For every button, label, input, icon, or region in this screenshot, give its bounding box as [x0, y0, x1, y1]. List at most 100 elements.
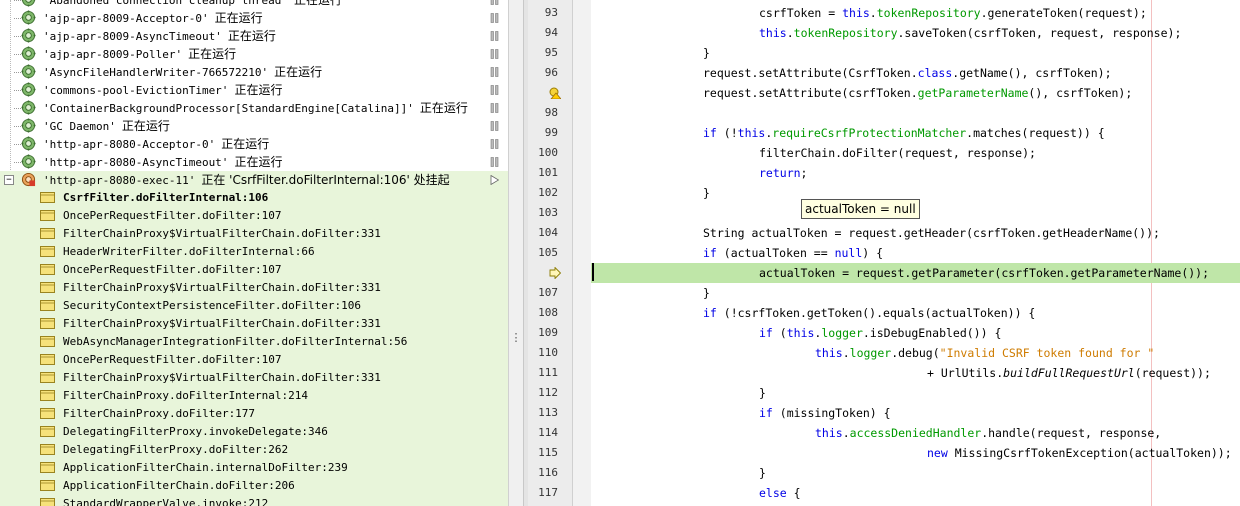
code-line[interactable]: request.setAttribute(CsrfToken.class.get…	[591, 63, 1240, 83]
thread-name: 'Abandoned connection cleanup thread'	[43, 0, 289, 7]
stack-frame-row[interactable]: OncePerRequestFilter.doFilter:107	[0, 351, 508, 369]
thread-state: 正在运行	[214, 11, 263, 25]
code-line[interactable]: return;	[591, 163, 1240, 183]
suspend-thread-icon[interactable]	[490, 31, 499, 41]
thread-running-icon	[21, 46, 36, 61]
code-token: .saveToken(csrfToken, request, response)…	[897, 26, 1182, 40]
stack-frame-icon	[40, 246, 55, 257]
suspend-thread-icon[interactable]	[490, 85, 499, 95]
code-token: .	[786, 26, 794, 40]
line-number: 105	[538, 246, 558, 259]
code-line[interactable]: csrfToken = this.tokenRepository.generat…	[591, 3, 1240, 23]
code-token: .matches(request)) {	[966, 126, 1105, 140]
thread-row[interactable]: 'http-apr-8080-AsyncTimeout' 正在运行	[0, 153, 508, 171]
thread-running-icon	[21, 28, 36, 43]
stack-frame-row[interactable]: ApplicationFilterChain.internalDoFilter:…	[0, 459, 508, 477]
stack-frame-row[interactable]: FilterChainProxy.doFilterInternal:214	[0, 387, 508, 405]
code-line[interactable]: }	[591, 283, 1240, 303]
stack-frame-icon	[40, 372, 55, 383]
thread-label: 'http-apr-8080-Acceptor-0' 正在运行	[43, 135, 269, 154]
code-line[interactable]: request.setAttribute(csrfToken.getParame…	[591, 83, 1240, 103]
thread-row[interactable]: 'AsyncFileHandlerWriter-766572210' 正在运行	[0, 63, 508, 81]
current-execution-line[interactable]: actualToken = request.getParameter(csrfT…	[591, 263, 1240, 283]
collapse-toggle-icon[interactable]: −	[4, 175, 14, 185]
resume-thread-icon[interactable]	[490, 175, 499, 185]
code-token: (request));	[1134, 366, 1211, 380]
code-line[interactable]: this.accessDeniedHandler.handle(request,…	[591, 423, 1240, 443]
code-token: (!csrfToken.getToken().equals(actualToke…	[716, 306, 1036, 320]
stack-frame-row[interactable]: ApplicationFilterChain.doFilter:206	[0, 477, 508, 495]
stack-frame-label: FilterChainProxy.doFilterInternal:214	[63, 389, 309, 402]
stack-frame-row[interactable]: WebAsyncManagerIntegrationFilter.doFilte…	[0, 333, 508, 351]
thread-row[interactable]: 'commons-pool-EvictionTimer' 正在运行	[0, 81, 508, 99]
tree-connector	[14, 126, 21, 127]
code-line[interactable]: if (!this.requireCsrfProtectionMatcher.m…	[591, 123, 1240, 143]
stack-frame-row[interactable]: OncePerRequestFilter.doFilter:107	[0, 261, 508, 279]
thread-label: 'ajp-apr-8009-Poller' 正在运行	[43, 45, 236, 64]
thread-row[interactable]: 'ajp-apr-8009-AsyncTimeout' 正在运行	[0, 27, 508, 45]
code-line[interactable]: filterChain.doFilter(request, response);	[591, 143, 1240, 163]
splitter-grip-icon[interactable]: ⋮	[510, 331, 522, 345]
current-stack-frame[interactable]: CsrfFilter.doFilterInternal:106	[0, 189, 508, 207]
code-line[interactable]: String actualToken = request.getHeader(c…	[591, 223, 1240, 243]
code-token: buildFullRequestUrl	[1003, 366, 1135, 380]
code-line[interactable]: if (!csrfToken.getToken().equals(actualT…	[591, 303, 1240, 323]
suspend-thread-icon[interactable]	[490, 157, 499, 167]
thread-running-icon	[21, 0, 36, 7]
line-number: 100	[538, 146, 558, 159]
suspend-thread-icon[interactable]	[490, 67, 499, 77]
suspend-thread-icon[interactable]	[490, 49, 499, 59]
suspend-thread-icon[interactable]	[490, 103, 499, 113]
stack-frame-row[interactable]: OncePerRequestFilter.doFilter:107	[0, 207, 508, 225]
stack-frame-row[interactable]: FilterChainProxy$VirtualFilterChain.doFi…	[0, 369, 508, 387]
keyword-token: return	[759, 166, 801, 180]
thread-row[interactable]: 'ajp-apr-8009-Acceptor-0' 正在运行	[0, 9, 508, 27]
code-text: request.setAttribute(csrfToken.getParame…	[703, 83, 1132, 103]
thread-row[interactable]: 'ContainerBackgroundProcessor[StandardEn…	[0, 99, 508, 117]
code-line[interactable]: if (missingToken) {	[591, 403, 1240, 423]
code-line[interactable]: }	[591, 463, 1240, 483]
stack-frame-label: FilterChainProxy$VirtualFilterChain.doFi…	[63, 281, 381, 294]
code-text: return;	[759, 163, 807, 183]
tree-connector	[14, 54, 21, 55]
thread-row[interactable]: 'GC Daemon' 正在运行	[0, 117, 508, 135]
code-line[interactable]: new MissingCsrfTokenException(actualToke…	[591, 443, 1240, 463]
code-line[interactable]: if (actualToken == null) {	[591, 243, 1240, 263]
thread-row[interactable]: 'http-apr-8080-Acceptor-0' 正在运行	[0, 135, 508, 153]
stack-frame-row[interactable]: HeaderWriterFilter.doFilterInternal:66	[0, 243, 508, 261]
line-number: 93	[544, 6, 558, 19]
code-token: String actualToken = request.getHeader(c…	[703, 226, 1160, 240]
code-line[interactable]: this.logger.debug("Invalid CSRF token fo…	[591, 343, 1240, 363]
suspended-thread-row[interactable]: − 'http-apr-8080-exec-11' 正在 'CsrfFilter.d…	[0, 171, 508, 189]
stack-frame-row[interactable]: DelegatingFilterProxy.invokeDelegate:346	[0, 423, 508, 441]
code-line[interactable]: this.tokenRepository.saveToken(csrfToken…	[591, 23, 1240, 43]
thread-name: 'GC Daemon'	[43, 120, 116, 133]
stack-frame-row[interactable]: SecurityContextPersistenceFilter.doFilte…	[0, 297, 508, 315]
code-line[interactable]: }	[591, 383, 1240, 403]
thread-row[interactable]: 'Abandoned connection cleanup thread' 正在运…	[0, 0, 508, 9]
code-line[interactable]: + UrlUtils.buildFullRequestUrl(request))…	[591, 363, 1240, 383]
suspend-thread-icon[interactable]	[490, 13, 499, 23]
code-line[interactable]: }	[591, 43, 1240, 63]
stack-frame-row[interactable]: DelegatingFilterProxy.doFilter:262	[0, 441, 508, 459]
stack-frame-row[interactable]: FilterChainProxy$VirtualFilterChain.doFi…	[0, 315, 508, 333]
code-line[interactable]: else {	[591, 483, 1240, 503]
thread-row[interactable]: 'ajp-apr-8009-Poller' 正在运行	[0, 45, 508, 63]
suspend-thread-icon[interactable]	[490, 0, 499, 5]
thread-suspended-icon	[21, 172, 36, 187]
suspend-thread-icon[interactable]	[490, 121, 499, 131]
thread-name: 'commons-pool-EvictionTimer'	[43, 84, 229, 97]
stack-frame-row[interactable]: FilterChainProxy$VirtualFilterChain.doFi…	[0, 279, 508, 297]
field-token: logger	[821, 326, 863, 340]
left-panel-scrollbar[interactable]	[508, 0, 524, 506]
tree-connector	[14, 144, 21, 145]
stack-frame-icon	[40, 390, 55, 401]
stack-frame-row[interactable]: FilterChainProxy.doFilter:177	[0, 405, 508, 423]
stack-frame-row[interactable]: StandardWrapperValve.invoke:212	[0, 495, 508, 506]
keyword-token: if	[703, 246, 717, 260]
warning-bulb-icon[interactable]	[549, 87, 561, 99]
stack-frame-row[interactable]: FilterChainProxy$VirtualFilterChain.doFi…	[0, 225, 508, 243]
suspend-thread-icon[interactable]	[490, 139, 499, 149]
code-line[interactable]	[591, 103, 1240, 123]
code-line[interactable]: if (this.logger.isDebugEnabled()) {	[591, 323, 1240, 343]
